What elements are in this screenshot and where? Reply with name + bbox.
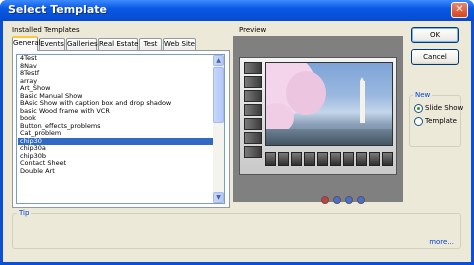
list-item[interactable]: 4Test — [18, 55, 213, 63]
title-bar[interactable]: Select Template ✕ — [0, 0, 474, 21]
radio-template-circle — [414, 117, 423, 126]
list-item[interactable]: chip30b — [18, 153, 213, 161]
thumbnail-column — [244, 62, 262, 172]
list-item[interactable]: chip30a — [18, 145, 213, 153]
template-list[interactable]: 4Test 8Nav 8Testf array Art_Show Basic Manual… — [16, 54, 225, 204]
scroll-up-icon: ▲ — [216, 57, 221, 64]
tip-label: Tip — [17, 209, 32, 217]
list-item[interactable]: 8Testf — [18, 70, 213, 78]
list-item[interactable]: Contact Sheet — [18, 160, 213, 168]
dialog-window: Select Template ✕ Installed Templates Ge… — [0, 0, 474, 265]
new-group: New Slide Show Template — [409, 91, 464, 147]
ok-button[interactable]: OK — [411, 27, 459, 43]
thumbnail-row — [265, 152, 393, 166]
next-icon — [357, 196, 365, 204]
close-icon: ✕ — [455, 4, 464, 15]
dialog-client: Installed Templates General Events Galleri… — [3, 21, 471, 262]
tab-test[interactable]: Test — [139, 38, 162, 50]
list-scrollbar[interactable]: ▲ ▼ — [213, 55, 224, 203]
tab-real-estate[interactable]: Real Estate — [98, 38, 138, 50]
tab-web-site[interactable]: Web Site — [163, 38, 196, 50]
list-item[interactable]: Cat_problem — [18, 130, 213, 138]
radio-slide-show-label: Slide Show — [425, 104, 464, 112]
window-title: Select Template — [8, 3, 107, 16]
tab-events[interactable]: Events — [39, 38, 65, 50]
radio-template-label: Template — [425, 117, 457, 125]
list-item[interactable]: Art_Show — [18, 85, 213, 93]
list-item[interactable]: chip30 — [18, 137, 213, 145]
list-item[interactable]: 8Nav — [18, 63, 213, 71]
list-item[interactable]: book — [18, 115, 213, 123]
cancel-button[interactable]: Cancel — [411, 49, 459, 65]
installed-templates-label: Installed Templates — [12, 26, 80, 34]
tip-box: Tip more... — [12, 209, 461, 249]
list-item[interactable]: Double Art — [18, 168, 213, 176]
close-button[interactable]: ✕ — [451, 2, 468, 18]
more-link[interactable]: more... — [429, 238, 454, 246]
scroll-down-icon: ▼ — [216, 194, 221, 201]
list-item[interactable]: basic Wood frame with VCR — [18, 108, 213, 116]
list-item[interactable]: Basic Manual Show — [18, 93, 213, 101]
template-preview-image — [239, 57, 397, 175]
preview-pane — [233, 36, 403, 204]
preview-photo — [265, 62, 393, 146]
previous-icon — [333, 196, 341, 204]
tab-panel: 4Test 8Nav 8Testf array Art_Show Basic Manual… — [12, 50, 230, 208]
scroll-up-button[interactable]: ▲ — [213, 55, 224, 66]
list-item[interactable]: array — [18, 78, 213, 86]
tab-galleries[interactable]: Galleries — [66, 38, 98, 50]
monument-shape — [360, 77, 365, 123]
list-item[interactable]: BAsic Show with caption box and drop sha… — [18, 100, 213, 108]
stop-icon — [321, 196, 329, 204]
scroll-down-button[interactable]: ▼ — [213, 192, 224, 203]
play-icon — [345, 196, 353, 204]
radio-slide-show-circle — [414, 104, 423, 113]
preview-label: Preview — [239, 26, 267, 34]
tab-general[interactable]: General — [12, 36, 41, 51]
scroll-thumb[interactable] — [213, 67, 224, 123]
new-group-label: New — [413, 91, 433, 99]
list-item[interactable]: Button_effects_problems — [18, 123, 213, 131]
template-list-items: 4Test 8Nav 8Testf array Art_Show Basic Manual… — [18, 55, 213, 175]
